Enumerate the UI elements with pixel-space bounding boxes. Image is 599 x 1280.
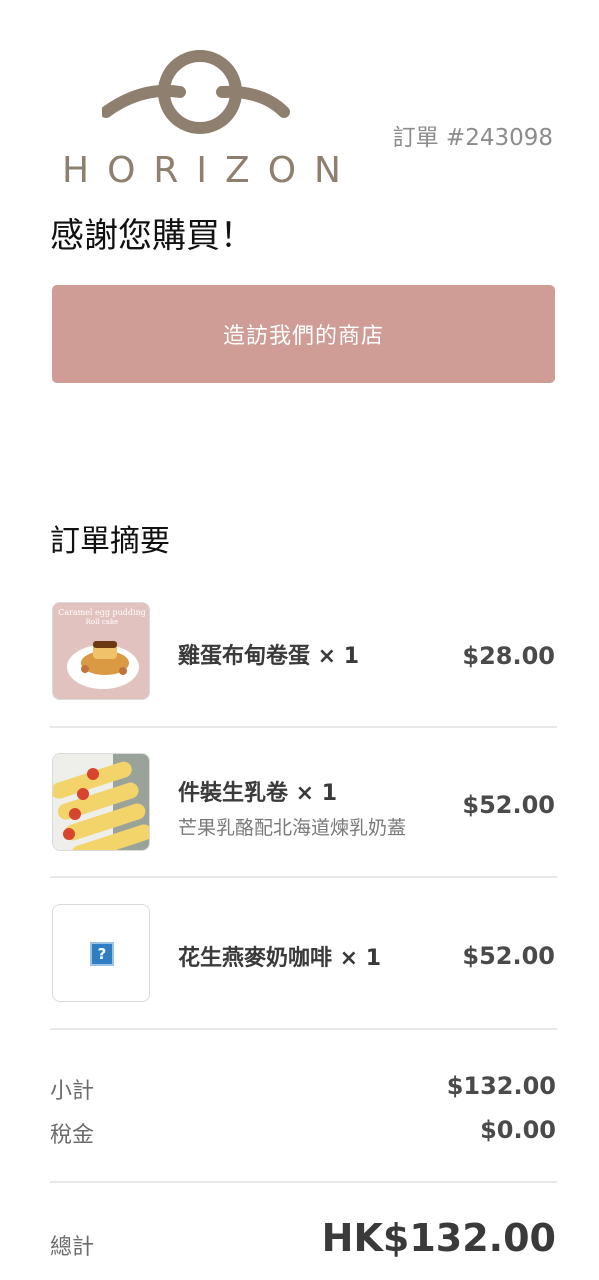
item-name: 雞蛋布甸卷蛋 × 1 [178, 644, 360, 669]
missing-image-icon: ? [90, 942, 114, 966]
svg-text:Caramel egg pudding: Caramel egg pudding [58, 608, 146, 617]
list-item: ? 花生燕麥奶咖啡 × 1 $52.00 [50, 892, 557, 1043]
list-item: 件裝生乳卷 × 1 芒果乳酪配北海道煉乳奶蓋 $52.00 [50, 741, 557, 892]
list-item: Caramel egg pudding Roll cake 雞蛋布甸卷蛋 × 1… [50, 590, 557, 741]
svg-text:Roll cake: Roll cake [86, 618, 119, 626]
divider [50, 726, 557, 728]
tax-label: 稅金 [50, 1123, 95, 1148]
item-name: 花生燕麥奶咖啡 × 1 [178, 946, 382, 971]
item-price: $28.00 [462, 642, 555, 670]
tax-value: $0.00 [480, 1116, 556, 1144]
divider [50, 876, 557, 878]
order-number: 訂單 #243098 [392, 125, 553, 151]
divider [50, 1181, 557, 1183]
logo-text: HORIZON [62, 150, 359, 191]
item-price: $52.00 [462, 791, 555, 819]
logo-arc-icon [102, 50, 290, 134]
product-thumbnail [52, 753, 150, 851]
product-thumbnail: ? [52, 904, 150, 1002]
product-thumbnail: Caramel egg pudding Roll cake [52, 602, 150, 700]
roll-cake-image-icon: Caramel egg pudding Roll cake [53, 603, 149, 699]
milk-roll-image-icon [53, 754, 149, 850]
total-value: HK$132.00 [321, 1216, 556, 1260]
divider [50, 1028, 557, 1030]
thank-you-heading: 感謝您購買！ [50, 216, 254, 256]
item-name: 件裝生乳卷 × 1 [178, 781, 338, 806]
subtotal-value: $132.00 [446, 1072, 556, 1100]
horizon-logo: HORIZON [62, 48, 359, 194]
total-label: 總計 [50, 1235, 95, 1260]
visit-store-button-label: 造訪我們的商店 [222, 324, 384, 349]
subtotal-label: 小計 [50, 1079, 95, 1104]
visit-store-button[interactable]: 造訪我們的商店 [52, 285, 555, 383]
item-price: $52.00 [462, 942, 555, 970]
order-summary-title: 訂單摘要 [50, 524, 170, 559]
item-description: 芒果乳酪配北海道煉乳奶蓋 [178, 817, 407, 839]
